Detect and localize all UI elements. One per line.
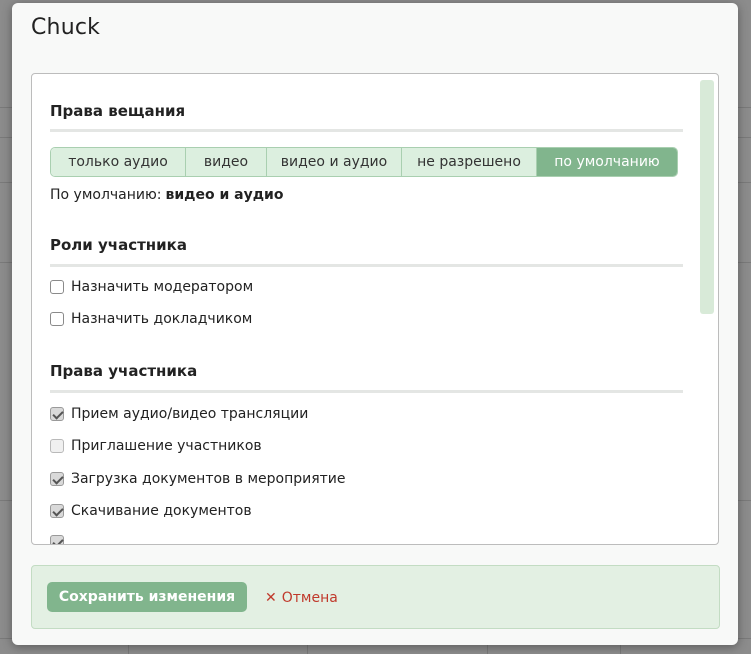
modal-footer: Сохранить изменения ✕ Отмена: [31, 565, 720, 629]
checkbox-row-receive-av[interactable]: Прием аудио/видео трансляции: [50, 406, 308, 422]
checkbox-row-upload-documents[interactable]: Загрузка документов в мероприятие: [50, 471, 346, 487]
checkbox-row-download-documents[interactable]: Скачивание документов: [50, 503, 252, 519]
section-divider: [50, 264, 683, 267]
broadcast-option-not-allowed[interactable]: не разрешено: [402, 148, 537, 176]
checkbox-row-assign-moderator[interactable]: Назначить модератором: [50, 279, 253, 295]
checkbox-label: Загрузка документов в мероприятие: [71, 471, 346, 487]
checkbox[interactable]: [50, 535, 64, 544]
checkbox-row-assign-speaker[interactable]: Назначить докладчиком: [50, 311, 252, 327]
checkbox-label: Прием аудио/видео трансляции: [71, 406, 309, 422]
section-divider: [50, 390, 683, 393]
broadcast-segmented-control: только аудио видео видео и аудио не разр…: [50, 147, 678, 177]
checkbox[interactable]: [50, 472, 64, 486]
checkbox-label: Назначить докладчиком: [71, 311, 253, 327]
checkbox-row-invite-participants[interactable]: Приглашение участников: [50, 438, 262, 454]
cancel-link[interactable]: ✕ Отмена: [265, 590, 338, 606]
default-broadcast-value: видео и аудио: [165, 187, 284, 203]
modal-title: Chuck: [31, 15, 101, 40]
default-broadcast-label: По умолчанию:: [50, 187, 162, 203]
checkbox[interactable]: [50, 439, 64, 453]
scrollbar[interactable]: [700, 80, 714, 314]
broadcast-section-title: Права вещания: [50, 102, 186, 120]
checkbox-label: Скачивание документов: [71, 503, 252, 519]
roles-section-title: Роли участника: [50, 236, 187, 254]
checkbox[interactable]: [50, 312, 64, 326]
settings-panel: Права вещания только аудио видео видео и…: [31, 73, 719, 545]
participant-settings-modal: Chuck Права вещания только аудио видео в…: [12, 3, 738, 645]
checkbox-label: Назначить модератором: [71, 279, 254, 295]
cancel-label: Отмена: [281, 590, 338, 606]
section-divider: [50, 129, 683, 132]
default-broadcast-line: По умолчанию: видео и аудио: [50, 187, 283, 203]
broadcast-option-video-audio[interactable]: видео и аудио: [267, 148, 402, 176]
checkbox[interactable]: [50, 504, 64, 518]
rights-section-title: Права участника: [50, 362, 198, 380]
checkbox[interactable]: [50, 407, 64, 421]
checkbox[interactable]: [50, 280, 64, 294]
broadcast-option-default[interactable]: по умолчанию: [537, 148, 677, 176]
broadcast-option-video[interactable]: видео: [186, 148, 267, 176]
save-changes-button[interactable]: Сохранить изменения: [47, 582, 247, 612]
checkbox-row-partial[interactable]: [50, 535, 71, 544]
checkbox-label: Приглашение участников: [71, 438, 262, 454]
close-icon: ✕: [265, 590, 277, 606]
broadcast-option-audio-only[interactable]: только аудио: [51, 148, 186, 176]
